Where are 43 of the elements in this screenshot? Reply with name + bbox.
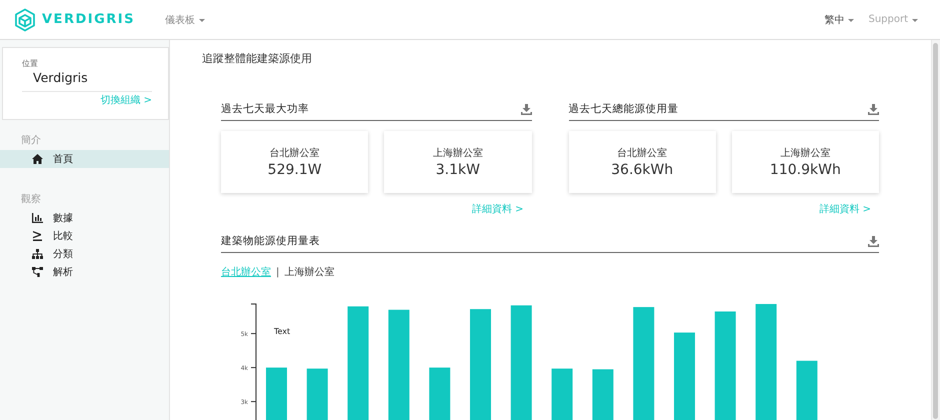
- sidebar-item[interactable]: 比較: [0, 227, 169, 245]
- sidebar-item[interactable]: 數據: [0, 209, 169, 227]
- chart-annotation: Text: [274, 327, 290, 336]
- tab-separator: |: [276, 266, 280, 278]
- bar: [266, 368, 287, 420]
- stat-value: 110.9kWh: [770, 162, 841, 178]
- sidebar-item[interactable]: 解析: [0, 263, 169, 281]
- location-label: 位置: [22, 58, 39, 66]
- sidebar-item[interactable]: 首頁: [0, 150, 169, 168]
- organization-name: Verdigris: [33, 70, 89, 85]
- bar: [552, 368, 573, 420]
- stat-value: 529.1W: [268, 162, 322, 178]
- section-heading: 簡介: [20, 134, 42, 147]
- sidebar-item[interactable]: 分類: [0, 245, 169, 263]
- greater-equal-icon: [32, 231, 43, 241]
- home-icon: [32, 154, 43, 164]
- language-menu[interactable]: 繁中: [824, 12, 854, 26]
- office-name: 台北辦公室: [270, 146, 320, 160]
- bar-chart-icon: [32, 213, 43, 223]
- office-name: 台北辦公室: [617, 146, 668, 160]
- dashboard-menu[interactable]: 儀表板: [164, 12, 205, 26]
- section-heading: 觀察: [20, 192, 42, 206]
- bar: [796, 360, 818, 420]
- download-icon[interactable]: [868, 236, 879, 246]
- bar: [306, 368, 328, 420]
- brand-name: VERDIGRIS: [42, 12, 135, 27]
- bar: [429, 368, 450, 420]
- network-icon: [32, 267, 43, 277]
- panel-title: 過去七天總能源使用量: [568, 102, 678, 116]
- stat-value: 3.1kW: [436, 162, 480, 178]
- scrollbar-thumb[interactable]: [933, 43, 938, 419]
- panel-title: 過去七天最大功率: [221, 102, 309, 116]
- stat-value: 36.6kWh: [611, 162, 674, 178]
- chart-section-title: 建築物能源使用量表: [221, 234, 320, 248]
- sitemap-icon: [32, 249, 43, 259]
- page-title: 追蹤整體能建築源使用: [202, 51, 313, 66]
- download-icon[interactable]: [868, 104, 879, 114]
- download-icon[interactable]: [520, 104, 532, 114]
- office-name: 上海辦公室: [780, 146, 830, 160]
- logo-icon: [14, 8, 36, 32]
- office-tab[interactable]: 上海辦公室: [284, 265, 334, 279]
- bar: [592, 369, 614, 420]
- office-name: 上海辦公室: [432, 146, 483, 160]
